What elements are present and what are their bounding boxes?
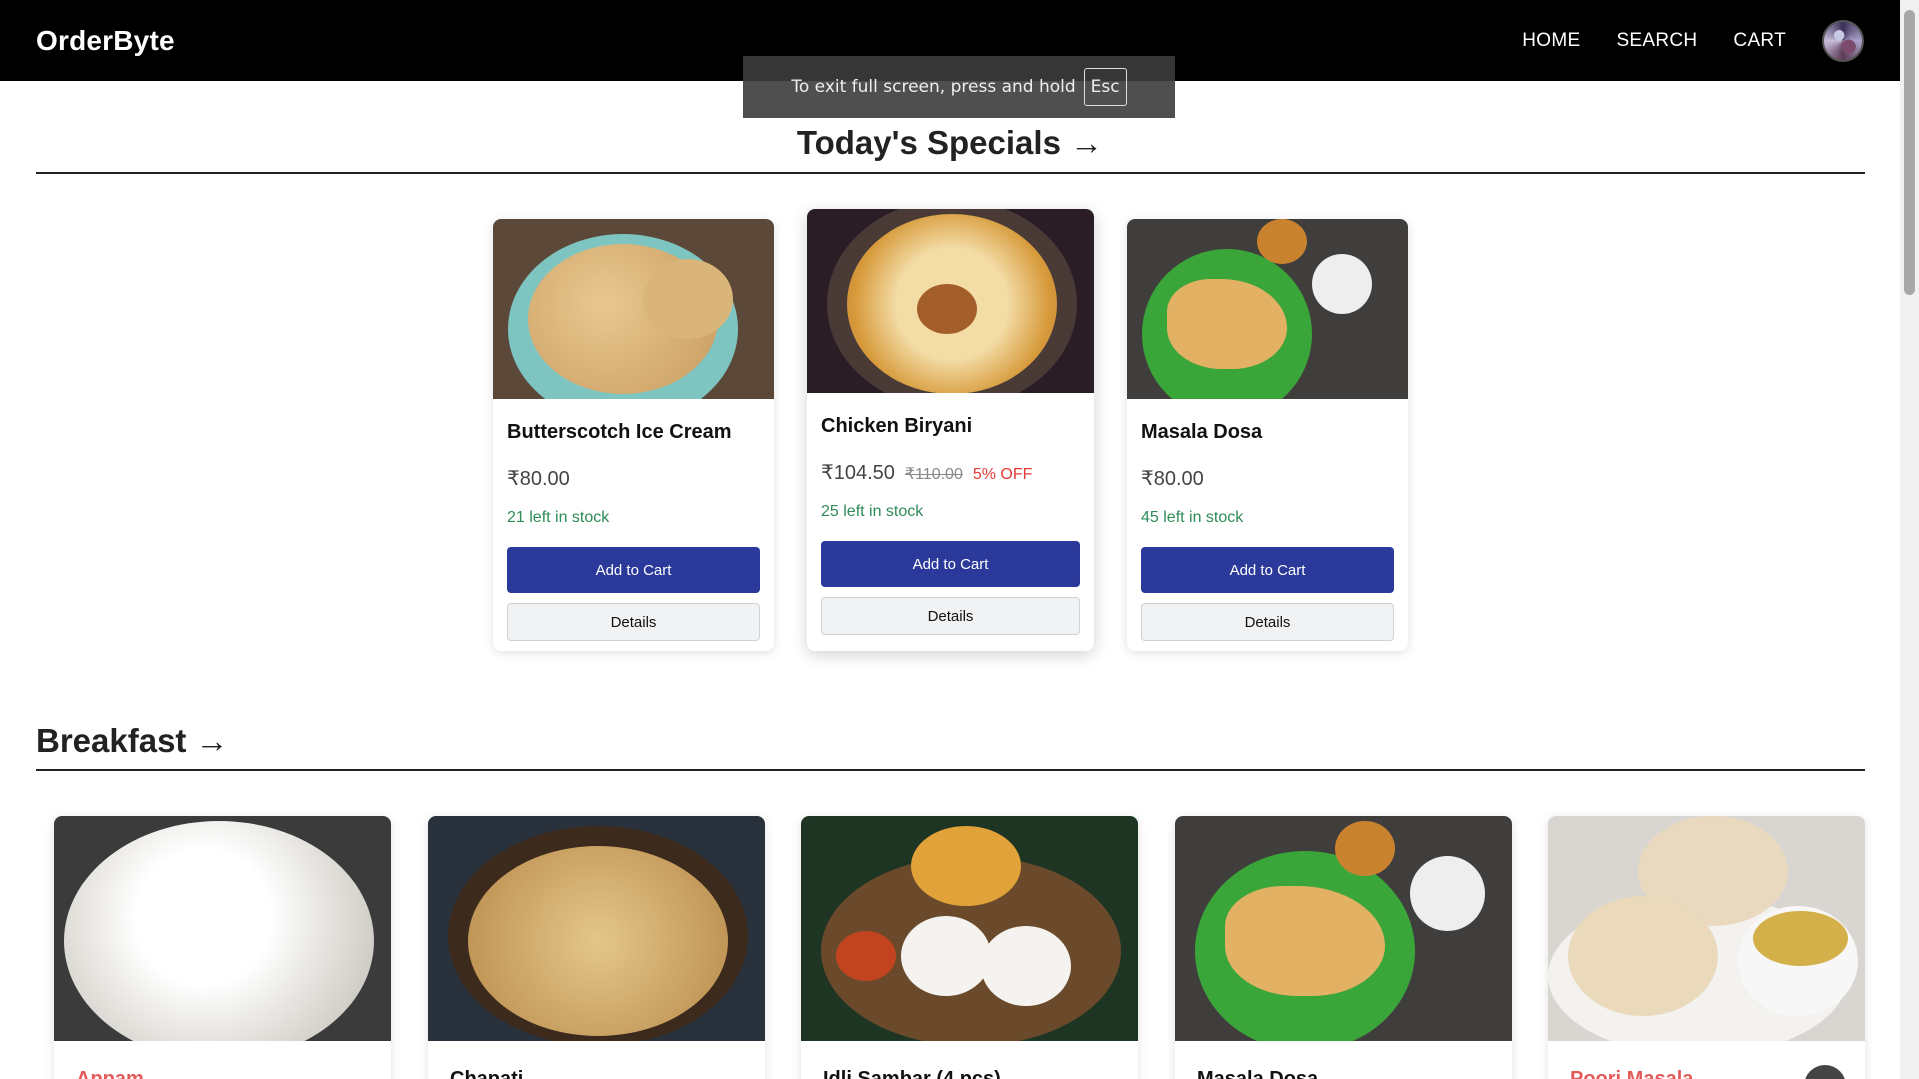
user-avatar[interactable] [1822,19,1864,62]
product-name: Chicken Biryani [821,415,973,437]
food-image [801,816,1138,1041]
fullscreen-exit-toast: To exit full screen, press and hold Esc [743,56,1175,118]
product-price: ₹80.00 [1141,468,1204,490]
food-image [1548,816,1865,1041]
stock-status: 25 left in stock [821,503,924,520]
breakfast-heading[interactable]: Breakfast → [36,722,229,760]
special-card-butterscotch: Butterscotch Ice Cream ₹80.00 21 left in… [493,219,774,651]
original-price: ₹110.00 [904,466,963,483]
product-name: Poori Masala [1570,1068,1694,1079]
food-image [493,219,774,399]
product-name: Chapati [450,1068,524,1079]
nav-search-link[interactable]: SEARCH [1616,30,1697,52]
breakfast-card-appam[interactable]: Appam [54,816,391,1079]
breakfast-card-chapati[interactable]: Chapati [428,816,765,1079]
esc-key-hint: Esc [1083,68,1127,106]
specials-divider [36,172,1865,174]
food-image [54,816,391,1041]
breakfast-card-poori-masala[interactable]: Poori Masala [1548,816,1865,1079]
special-card-masala-dosa: Masala Dosa ₹80.00 45 left in stock Add … [1127,219,1408,651]
specials-heading[interactable]: Today's Specials → [0,124,1900,162]
product-name: Masala Dosa [1141,421,1263,443]
food-image [1127,219,1408,399]
food-image [1175,816,1512,1041]
product-price: ₹104.50 [821,462,895,484]
nav-home-link[interactable]: HOME [1522,30,1580,52]
nav-cart-link[interactable]: CART [1733,30,1786,52]
product-name: Appam [76,1068,144,1079]
toast-message: To exit full screen, press and hold [791,77,1076,97]
food-image [807,209,1094,393]
add-to-cart-button[interactable]: Add to Cart [507,547,760,593]
food-image [428,816,765,1041]
stock-status: 21 left in stock [507,509,610,526]
main-nav: HOME SEARCH CART [1522,19,1864,62]
product-name: Idli Sambar (4 pcs) [823,1068,1001,1079]
details-button[interactable]: Details [821,597,1080,635]
breakfast-card-idli-sambar[interactable]: Idli Sambar (4 pcs) [801,816,1138,1079]
breakfast-card-masala-dosa[interactable]: Masala Dosa [1175,816,1512,1079]
special-card-biryani: Chicken Biryani ₹104.50 ₹110.00 5% OFF 2… [807,209,1094,651]
add-to-cart-button[interactable]: Add to Cart [821,541,1080,587]
stock-status: 45 left in stock [1141,509,1244,526]
product-price: ₹80.00 [507,468,570,490]
page-scrollbar[interactable] [1900,0,1919,1079]
scrollbar-thumb[interactable] [1904,10,1915,295]
add-to-cart-button[interactable]: Add to Cart [1141,547,1394,593]
details-button[interactable]: Details [1141,603,1394,641]
brand-logo[interactable]: OrderByte [36,25,175,57]
discount-badge: 5% OFF [972,466,1033,483]
details-button[interactable]: Details [507,603,760,641]
product-name: Butterscotch Ice Cream [507,421,732,443]
breakfast-divider [36,769,1865,771]
product-name: Masala Dosa [1197,1068,1319,1079]
